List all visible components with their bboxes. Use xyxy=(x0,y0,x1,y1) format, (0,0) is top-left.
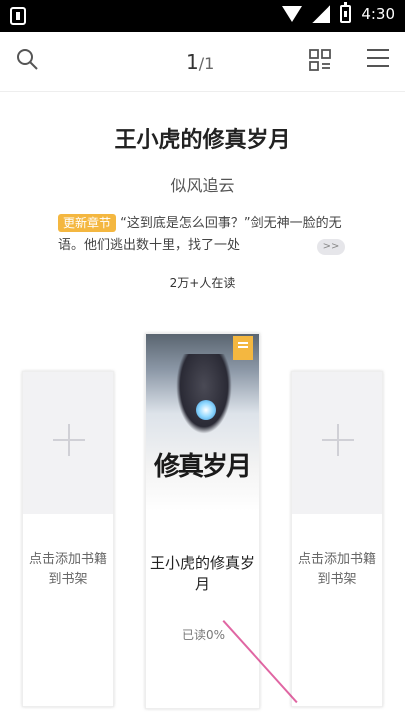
book-author: 似风追云 xyxy=(170,176,235,195)
plus-icon xyxy=(53,424,85,456)
book-title: 王小虎的修真岁月 xyxy=(114,128,291,153)
book-cover: 修真岁月 xyxy=(146,334,259,511)
read-progress: 已读0% xyxy=(182,628,226,642)
add-book-label: 点击添加书籍到书架 xyxy=(298,552,377,587)
search-icon[interactable] xyxy=(16,48,38,70)
more-button[interactable]: >> xyxy=(317,239,345,255)
wifi-icon xyxy=(282,6,303,22)
update-tag: 更新章节 xyxy=(58,214,117,232)
reader-count: 2万+人在读 xyxy=(169,276,236,290)
book-card[interactable]: 修真岁月 王小虎的修真岁月 已读0% xyxy=(145,333,260,709)
status-bar: 4:30 xyxy=(0,0,405,32)
latest-update[interactable]: 更新章节 “这到底是怎么回事？”剑无神一脸的无语。他们逃出数十里，找了一处 xyxy=(58,213,348,257)
scan-icon[interactable] xyxy=(309,49,331,71)
add-book-label: 点击添加书籍到书架 xyxy=(29,552,108,587)
shelf-book-name: 王小虎的修真岁月 xyxy=(149,554,255,593)
top-toolbar: 1/1 xyxy=(0,32,405,92)
book-icon xyxy=(233,336,253,360)
total-pages: 1 xyxy=(204,54,215,73)
notification-icon xyxy=(10,7,26,25)
add-placeholder xyxy=(23,372,113,514)
status-right: 4:30 xyxy=(282,2,395,23)
menu-icon[interactable] xyxy=(367,49,389,71)
current-page: 1 xyxy=(186,50,199,74)
cover-figure xyxy=(176,354,232,434)
add-book-card-right[interactable]: 点击添加书籍到书架 xyxy=(291,371,383,707)
status-time: 4:30 xyxy=(361,5,395,23)
add-placeholder xyxy=(292,372,382,514)
signal-icon xyxy=(312,5,331,23)
add-book-card-left[interactable]: 点击添加书籍到书架 xyxy=(22,371,114,707)
cover-calligraphy: 修真岁月 xyxy=(153,452,252,482)
battery-icon xyxy=(340,2,352,23)
cover-orb xyxy=(196,400,216,420)
plus-icon xyxy=(322,424,354,456)
page-indicator: 1/1 xyxy=(186,50,214,74)
